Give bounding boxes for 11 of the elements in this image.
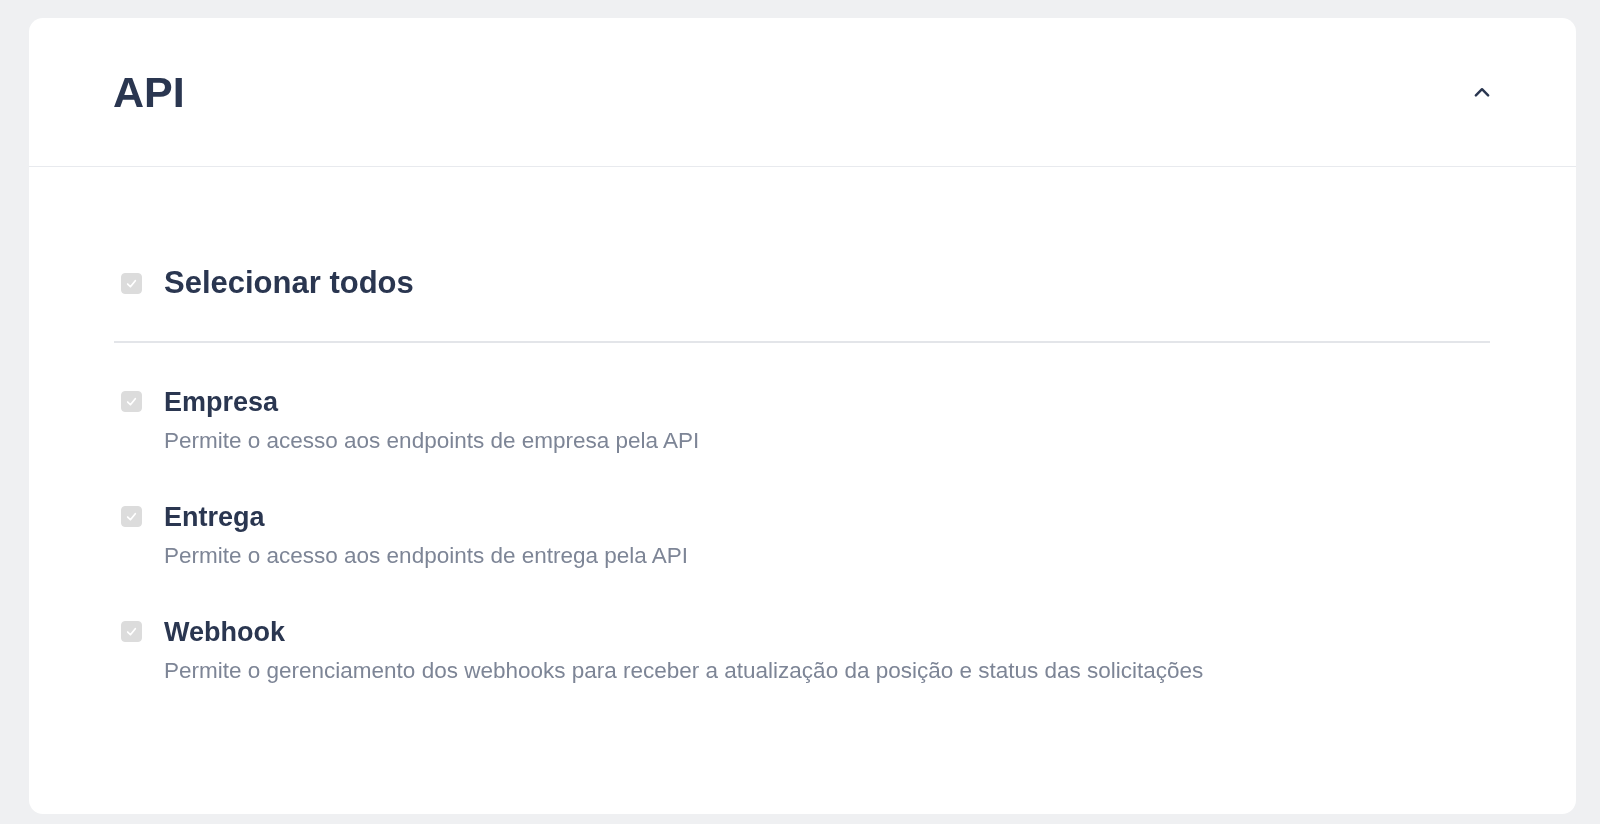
- permission-description: Permite o acesso aos endpoints de empresa pela API: [164, 428, 700, 454]
- checkmark-icon: [125, 510, 138, 523]
- permission-description: Permite o acesso aos endpoints de entrega pela API: [164, 543, 689, 569]
- checkmark-icon: [125, 395, 138, 408]
- permission-label: Webhook: [164, 617, 286, 648]
- checkbox-label: Selecionar todos: [164, 265, 414, 301]
- panel-title: API: [113, 67, 185, 117]
- permission-description: Permite o gerenciamento dos webhooks para receber a atualização da posição e status das solicitações: [164, 658, 1204, 684]
- permission-label: Entrega: [164, 502, 266, 533]
- permission-label: Empresa: [164, 387, 280, 418]
- checkmark-icon: [125, 625, 138, 638]
